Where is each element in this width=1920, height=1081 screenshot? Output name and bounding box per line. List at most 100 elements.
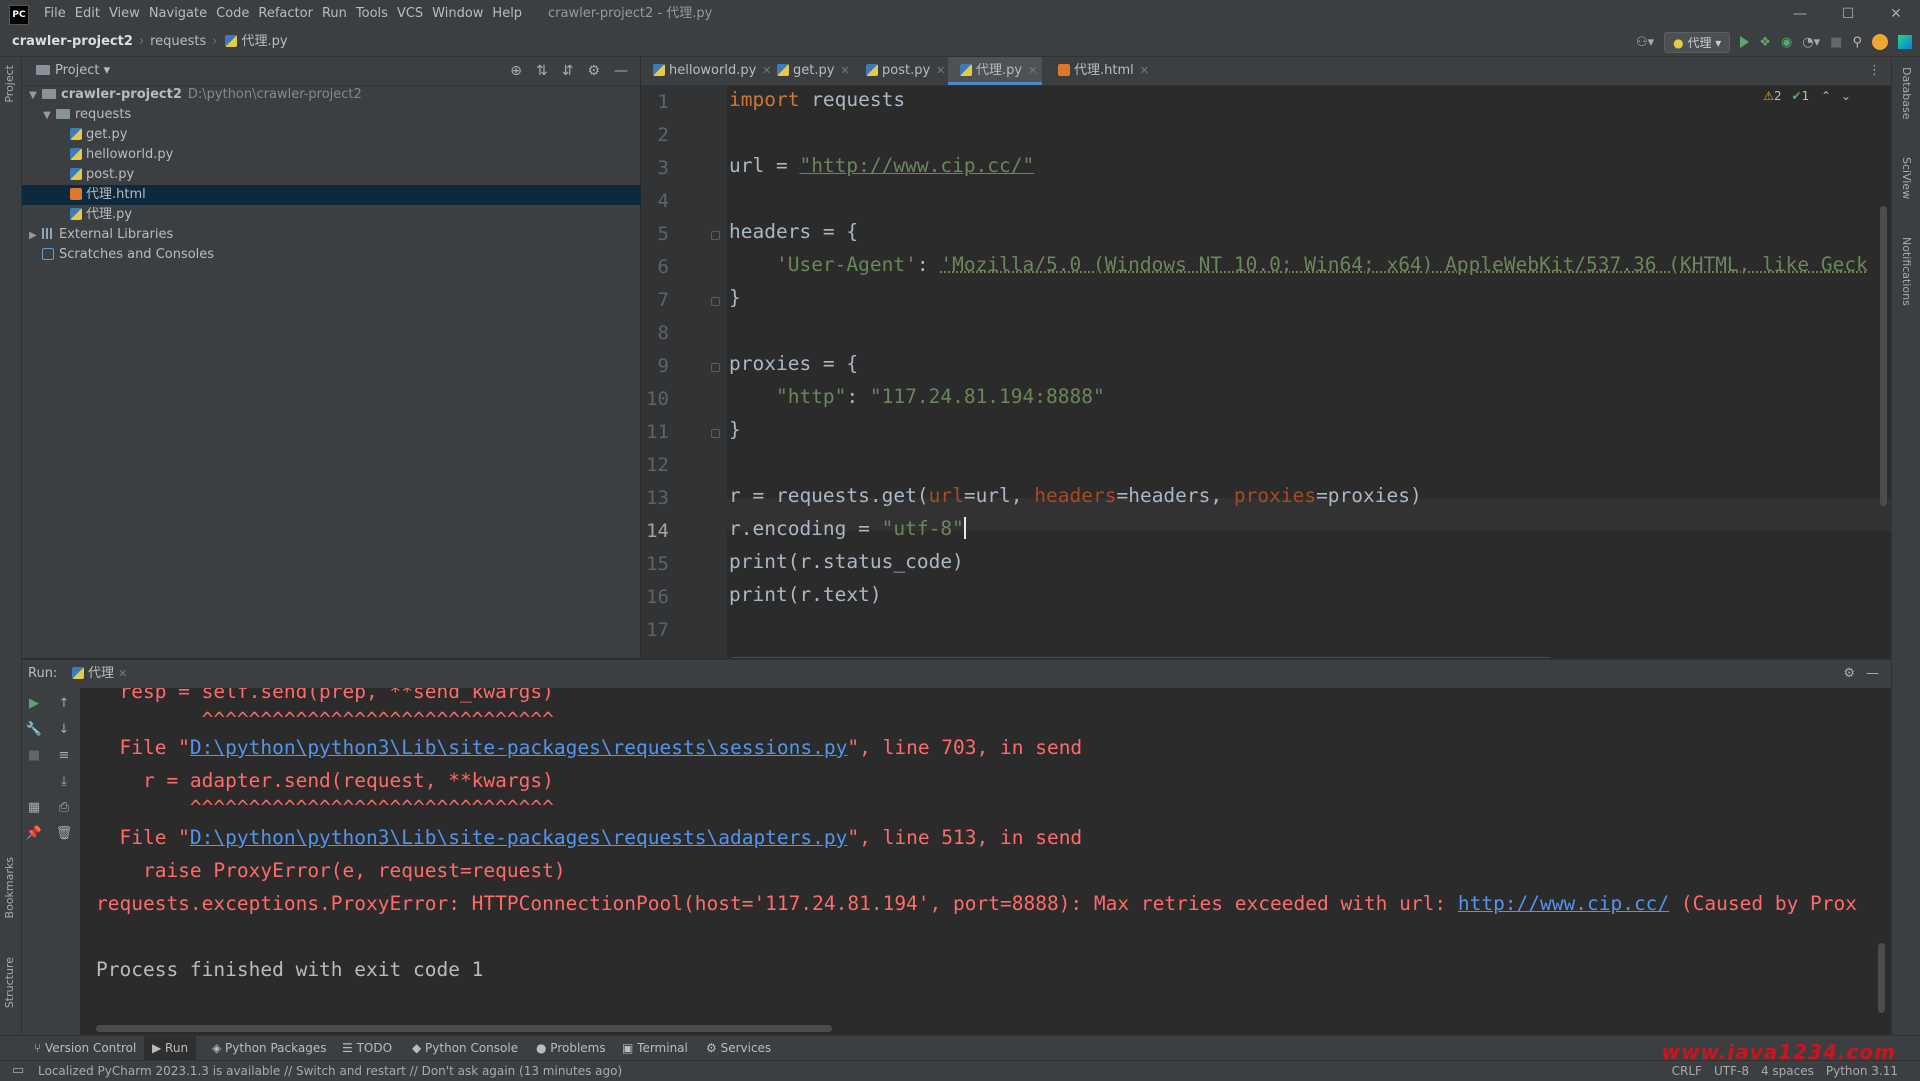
chevron-right-icon[interactable]: ▶ (26, 226, 40, 246)
console-vertical-scrollbar[interactable] (1878, 943, 1885, 1013)
hide-icon[interactable]: — (614, 63, 628, 79)
tree-external-libraries[interactable]: ▶ External Libraries (22, 225, 644, 245)
minimize-button[interactable]: — (1776, 0, 1824, 28)
tab-problems[interactable]: ● Problems (536, 1036, 606, 1061)
tree-file[interactable]: 代理.py (22, 205, 686, 225)
chevron-down-icon[interactable]: ▼ (40, 106, 54, 126)
close-window-button[interactable]: ✕ (1872, 0, 1920, 28)
tab-proxy-html[interactable]: 代理.html ✕ (1046, 57, 1149, 85)
console-horizontal-scrollbar[interactable] (96, 1025, 832, 1032)
database-tool-button[interactable]: Database (1900, 67, 1913, 120)
project-view-select[interactable]: Project ▾ (34, 57, 110, 85)
main-menu: File Edit View Navigate Code Refactor Ru… (44, 0, 531, 28)
menu-file[interactable]: File (44, 0, 75, 28)
editor-horizontal-scrollbar[interactable] (729, 657, 1553, 658)
tab-version-control[interactable]: ⑂ Version Control (34, 1036, 136, 1061)
tool-tab-label: Python Packages (225, 1041, 327, 1055)
sciview-tool-button[interactable]: SciView (1900, 157, 1913, 199)
editor-vertical-scrollbar[interactable] (1880, 206, 1887, 506)
breadcrumb-folder[interactable]: requests (150, 34, 206, 49)
menu-refactor[interactable]: Refactor (258, 0, 322, 28)
tab-run[interactable]: ▶ Run (144, 1036, 197, 1061)
menu-window[interactable]: Window (432, 0, 492, 28)
tree-file[interactable]: helloworld.py (22, 145, 686, 165)
console-output[interactable]: resp = self.send(prep, **send_kwargs) ^^… (22, 688, 1891, 1036)
tab-python-console[interactable]: ◆ Python Console (412, 1036, 518, 1061)
fold-marker-icon[interactable] (711, 429, 720, 438)
breadcrumb-project[interactable]: crawler-project2 (12, 34, 133, 49)
inspection-widget[interactable]: ⚠2 ✔1 ⌃ ⌄ (1763, 89, 1851, 103)
collapse-all-icon[interactable]: ⇵ (562, 63, 574, 79)
close-icon[interactable]: ✕ (840, 64, 849, 77)
run-tab[interactable]: 代理 ✕ (70, 660, 127, 688)
tree-scratches[interactable]: Scratches and Consoles (22, 245, 658, 265)
run-icon[interactable] (1740, 36, 1750, 48)
url-link[interactable]: http://www.cip.cc/ (1458, 892, 1669, 915)
profile-icon[interactable]: ◔▾ (1802, 35, 1820, 50)
hide-icon[interactable]: — (1866, 660, 1879, 688)
menu-view[interactable]: View (109, 0, 149, 28)
close-icon[interactable]: ✕ (936, 64, 945, 77)
close-icon[interactable]: ✕ (1028, 64, 1037, 77)
user-icon[interactable]: ⚇▾ (1636, 35, 1654, 50)
tab-services[interactable]: ⚙ Services (706, 1036, 771, 1061)
fold-marker-icon[interactable] (711, 231, 720, 240)
chevron-up-icon[interactable]: ⌃ (1821, 89, 1831, 103)
notifications-tool-button[interactable]: Notifications (1900, 237, 1913, 306)
stop-icon[interactable]: ■ (1830, 35, 1842, 50)
python-file-icon (777, 64, 789, 76)
file-link[interactable]: D:\python\python3\Lib\site-packages\requ… (190, 826, 847, 849)
menu-run[interactable]: Run (322, 0, 356, 28)
fold-marker-icon[interactable] (711, 363, 720, 372)
menu-vcs[interactable]: VCS (397, 0, 432, 28)
project-tool-button[interactable]: Project (3, 65, 16, 103)
tab-todo[interactable]: ☰ TODO (342, 1036, 392, 1061)
encoding-widget[interactable]: UTF-8 (1714, 1061, 1749, 1081)
interpreter-widget[interactable]: Python 3.11 (1826, 1061, 1898, 1081)
bookmarks-tool-button[interactable]: Bookmarks (3, 857, 16, 918)
menu-help[interactable]: Help (492, 0, 531, 28)
close-icon[interactable]: ✕ (1140, 64, 1149, 77)
coverage-icon[interactable]: ◉ (1781, 35, 1792, 50)
run-config-select[interactable]: ● 代理 ▾ (1664, 31, 1731, 53)
status-message[interactable]: Localized PyCharm 2023.1.3 is available … (38, 1061, 622, 1081)
chevron-down-icon[interactable]: ⌄ (1841, 89, 1851, 103)
string-url[interactable]: "http://www.cip.cc/" (799, 154, 1034, 177)
debug-icon[interactable]: ❖ (1759, 35, 1771, 50)
structure-tool-button[interactable]: Structure (3, 957, 16, 1008)
menu-code[interactable]: Code (216, 0, 258, 28)
maximize-button[interactable]: ☐ (1824, 0, 1872, 28)
status-toggle-icon[interactable]: ▭ (12, 1061, 24, 1081)
tab-terminal[interactable]: ▣ Terminal (622, 1036, 688, 1061)
fold-marker-icon[interactable] (711, 297, 720, 306)
code-viewport[interactable]: 1 2 3 4 5 6 7 8 9 10 11 12 13 14 15 16 1… (641, 86, 1891, 658)
tree-file-selected[interactable]: 代理.html (22, 185, 686, 205)
expand-all-icon[interactable]: ⇅ (536, 63, 548, 79)
tree-folder-requests[interactable]: ▼ requests (22, 105, 658, 125)
plugin-logo-icon[interactable] (1898, 35, 1912, 49)
menu-tools[interactable]: Tools (356, 0, 397, 28)
menu-navigate[interactable]: Navigate (149, 0, 216, 28)
gear-icon[interactable]: ⚙ (587, 63, 600, 79)
breadcrumb-file[interactable]: 代理.py (241, 34, 287, 49)
close-icon[interactable]: ✕ (118, 667, 127, 680)
tab-get[interactable]: get.py ✕ (765, 57, 850, 85)
tree-root[interactable]: ▼ crawler-project2 D:\python\crawler-proje… (22, 85, 644, 105)
tree-file[interactable]: post.py (22, 165, 686, 185)
indent-widget[interactable]: 4 spaces (1761, 1061, 1814, 1081)
tab-proxy-py-active[interactable]: 代理.py ✕ (948, 57, 1042, 85)
tab-python-packages[interactable]: ◈ Python Packages (212, 1036, 326, 1061)
more-tabs-icon[interactable]: ⋮ (1868, 57, 1881, 85)
locate-icon[interactable]: ⊕ (510, 63, 522, 79)
tab-helloworld[interactable]: helloworld.py ✕ (641, 57, 772, 85)
chevron-down-icon[interactable]: ▼ (26, 86, 40, 106)
gear-icon[interactable]: ⚙ (1843, 660, 1855, 688)
line-separator-widget[interactable]: CRLF (1672, 1061, 1702, 1081)
file-link[interactable]: D:\python\python3\Lib\site-packages\requ… (190, 736, 847, 759)
search-icon[interactable]: ⚲ (1852, 35, 1862, 50)
update-icon[interactable] (1872, 34, 1888, 50)
line-number: 5 (657, 223, 669, 245)
tab-post[interactable]: post.py ✕ (854, 57, 945, 85)
tree-file[interactable]: get.py (22, 125, 686, 145)
menu-edit[interactable]: Edit (75, 0, 109, 28)
